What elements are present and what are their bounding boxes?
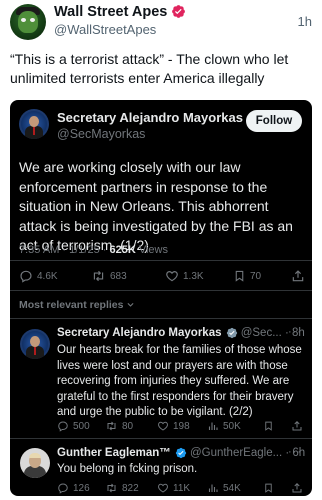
verified-badge-icon (175, 447, 186, 459)
post-header: Wall Street Apes @WallStreetApes 1h (10, 2, 312, 42)
repost-button[interactable]: 683 (91, 268, 127, 284)
bookmark-icon (235, 270, 244, 282)
avatar[interactable] (10, 4, 46, 40)
reply-count: 126 (73, 482, 90, 494)
main-post-author[interactable]: Secretary Alejandro Mayorkas (57, 110, 260, 125)
reply-icon (58, 483, 68, 494)
post-time[interactable]: 1h (298, 14, 312, 29)
reply-count: 4.6K (37, 270, 58, 282)
bookmark-button[interactable]: 70 (233, 268, 261, 284)
views-label: Views (135, 244, 168, 256)
chevron-down-icon (127, 302, 134, 307)
reply-sort-label: Most relevant replies (19, 299, 124, 311)
share-button[interactable] (291, 480, 303, 496)
share-button[interactable] (291, 418, 303, 434)
like-button[interactable]: 11K (157, 480, 190, 496)
divider (10, 290, 312, 291)
repost-count: 80 (122, 420, 134, 432)
reply-author-text: Gunther Eagleman™ (57, 447, 171, 459)
reply-icon (58, 421, 68, 432)
avatar[interactable] (20, 329, 50, 359)
main-post-text: We are working closely with our law enfo… (19, 159, 293, 253)
heart-icon (166, 271, 178, 282)
post-meta: 7:35 AM · 1/1/25 · 625K Views (19, 244, 168, 256)
views-chart-icon (208, 422, 218, 430)
views-count: 54K (223, 482, 241, 494)
divider (10, 318, 312, 319)
bookmark-button[interactable] (263, 418, 274, 434)
divider (10, 438, 312, 439)
views-count: 50K (223, 420, 241, 432)
reply-author-text: Secretary Alejandro Mayorkas (57, 327, 222, 339)
author-name-text: Wall Street Apes (54, 4, 168, 20)
embedded-screenshot[interactable]: Secretary Alejandro Mayorkas @SecMayorka… (10, 100, 312, 496)
verified-badge-icon (226, 327, 237, 339)
main-post-handle[interactable]: @SecMayorkas (57, 127, 145, 141)
reply-text: You belong in fcking prison. (57, 463, 198, 475)
repost-button[interactable]: 822 (105, 480, 139, 496)
reply-button[interactable]: 500 (57, 418, 90, 434)
like-button[interactable]: 198 (157, 418, 190, 434)
author-name[interactable]: Wall Street Apes (54, 3, 186, 21)
share-icon (292, 483, 302, 493)
repost-count: 683 (110, 270, 127, 282)
more-options-icon[interactable]: ··· (288, 326, 302, 338)
repost-icon (93, 270, 104, 282)
reply-button[interactable]: 4.6K (19, 268, 58, 284)
like-count: 11K (173, 482, 191, 494)
reply-action-bar: 126 822 11K 54K (57, 480, 303, 496)
share-icon (292, 421, 302, 431)
reply-author[interactable]: Gunther Eagleman™ @GuntherEagle... · 6h (57, 447, 305, 459)
heart-icon (158, 483, 168, 493)
bookmark-button[interactable] (263, 480, 274, 496)
post-text: “This is a terrorist attack” - The clown… (10, 51, 289, 86)
repost-button[interactable]: 80 (105, 418, 133, 434)
more-options-icon[interactable]: ··· (288, 446, 302, 458)
reply-sort-dropdown[interactable]: Most relevant replies (19, 299, 135, 311)
main-post-author-text: Secretary Alejandro Mayorkas (57, 110, 243, 125)
like-button[interactable]: 1.3K (165, 268, 204, 284)
post-timestamp[interactable]: 7:35 AM · 1/1/25 · (19, 244, 110, 256)
avatar[interactable] (20, 448, 50, 478)
like-count: 198 (173, 420, 190, 432)
reply-author[interactable]: Secretary Alejandro Mayorkas @Sec... · 8… (57, 327, 305, 339)
bookmark-icon (265, 421, 272, 431)
share-icon (292, 270, 304, 282)
heart-icon (158, 421, 168, 431)
bookmark-count: 70 (250, 270, 262, 282)
reply-icon (20, 270, 32, 283)
repost-icon (107, 483, 116, 493)
avatar[interactable] (19, 109, 49, 139)
repost-icon (107, 421, 116, 431)
divider (10, 260, 312, 261)
verified-badge-icon (172, 5, 186, 18)
follow-button[interactable]: Follow (246, 110, 302, 132)
author-handle[interactable]: @WallStreetApes (54, 22, 156, 38)
views-button[interactable]: 50K (207, 418, 241, 434)
reply-count: 500 (73, 420, 90, 432)
reply-text: Our hearts break for the families of tho… (57, 344, 302, 418)
views-chart-icon (208, 484, 218, 492)
views-button[interactable]: 54K (207, 480, 241, 496)
reply-action-bar: 500 80 198 50K (57, 418, 303, 434)
share-button[interactable] (291, 268, 305, 284)
views-count: 625K (109, 244, 136, 256)
bookmark-icon (265, 483, 272, 493)
main-action-bar: 4.6K 683 1.3K 70 (19, 268, 305, 284)
like-count: 1.3K (183, 270, 204, 282)
reply-button[interactable]: 126 (57, 480, 90, 496)
repost-count: 822 (122, 482, 139, 494)
